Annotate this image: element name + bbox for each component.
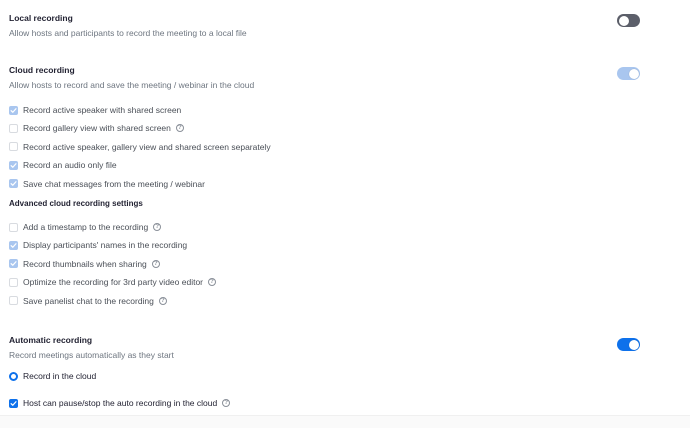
option-checkbox[interactable] [9,179,18,189]
option-row[interactable]: Save chat messages from the meeting / we… [9,178,205,190]
option-checkbox[interactable] [9,105,18,115]
check-icon [10,162,17,168]
option-checkbox[interactable] [9,277,18,287]
option-row[interactable]: Record thumbnails when sharing? [9,258,160,270]
cloud-recording-description: Allow hosts to record and save the meeti… [9,80,255,90]
local-recording-description: Allow hosts and participants to record t… [9,28,247,38]
bottom-bar [0,415,690,428]
help-icon[interactable]: ? [153,223,162,231]
record-in-cloud-option[interactable]: Record in the cloud [9,370,96,382]
automatic-recording-section: Automatic recording Record meetings auto… [9,335,690,361]
option-checkbox[interactable] [9,222,18,232]
option-label: Record active speaker with shared screen [23,105,182,115]
cloud-recording-title: Cloud recording [9,65,75,75]
record-in-cloud-radio[interactable] [9,371,18,381]
automatic-recording-title: Automatic recording [9,335,93,345]
automatic-recording-description: Record meetings automatically as they st… [9,350,174,360]
option-checkbox[interactable] [9,123,18,133]
host-pause-label: Host can pause/stop the auto recording i… [23,398,218,408]
automatic-recording-toggle[interactable] [617,338,640,351]
toggle-knob [628,339,639,350]
check-icon [10,261,17,267]
option-row[interactable]: Record gallery view with shared screen? [9,122,184,134]
option-label: Record active speaker, gallery view and … [23,141,271,152]
cloud-recording-toggle[interactable] [617,67,640,80]
check-icon [10,400,17,406]
option-row[interactable]: Record active speaker with shared screen [9,104,181,116]
host-pause-option[interactable]: Host can pause/stop the auto recording i… [9,397,231,409]
option-row[interactable]: Display participants' names in the recor… [9,239,187,251]
option-checkbox[interactable] [9,296,18,306]
toggle-knob [628,68,639,79]
toggle-knob [618,15,629,26]
option-label: Save chat messages from the meeting / we… [23,178,205,189]
help-icon[interactable]: ? [151,259,160,268]
option-row[interactable]: Optimize the recording for 3rd party vid… [9,276,217,288]
local-recording-title: Local recording [9,13,73,23]
option-label: Record gallery view with shared screen [23,123,171,134]
help-icon[interactable]: ? [158,296,167,305]
option-checkbox[interactable] [9,160,18,170]
option-label: Save panelist chat to the recording [23,295,154,306]
check-icon [10,243,17,248]
help-icon[interactable]: ? [208,278,217,287]
option-label: Record thumbnails when sharing [23,258,147,269]
check-icon [10,181,17,186]
advanced-cloud-recording-title: Advanced cloud recording settings [9,199,143,208]
help-icon[interactable]: ? [175,124,184,133]
option-row[interactable]: Record an audio only file [9,159,117,171]
option-label: Display participants' names in the recor… [23,240,188,251]
cloud-recording-section: Cloud recording Allow hosts to record an… [9,65,690,91]
option-label: Record an audio only file [23,160,117,171]
local-recording-section: Local recording Allow hosts and particip… [9,13,690,39]
host-pause-checkbox[interactable] [9,398,18,408]
option-row[interactable]: Record active speaker, gallery view and … [9,141,271,153]
record-in-cloud-label: Record in the cloud [23,371,97,381]
help-icon[interactable]: ? [222,399,231,407]
option-checkbox[interactable] [9,142,18,152]
check-icon [10,107,17,113]
option-checkbox[interactable] [9,240,18,250]
option-label: Optimize the recording for 3rd party vid… [23,277,204,288]
option-row[interactable]: Add a timestamp to the recording? [9,221,162,233]
option-label: Add a timestamp to the recording [23,222,149,232]
option-row[interactable]: Save panelist chat to the recording? [9,295,167,307]
local-recording-toggle[interactable] [617,14,640,27]
option-checkbox[interactable] [9,259,18,269]
